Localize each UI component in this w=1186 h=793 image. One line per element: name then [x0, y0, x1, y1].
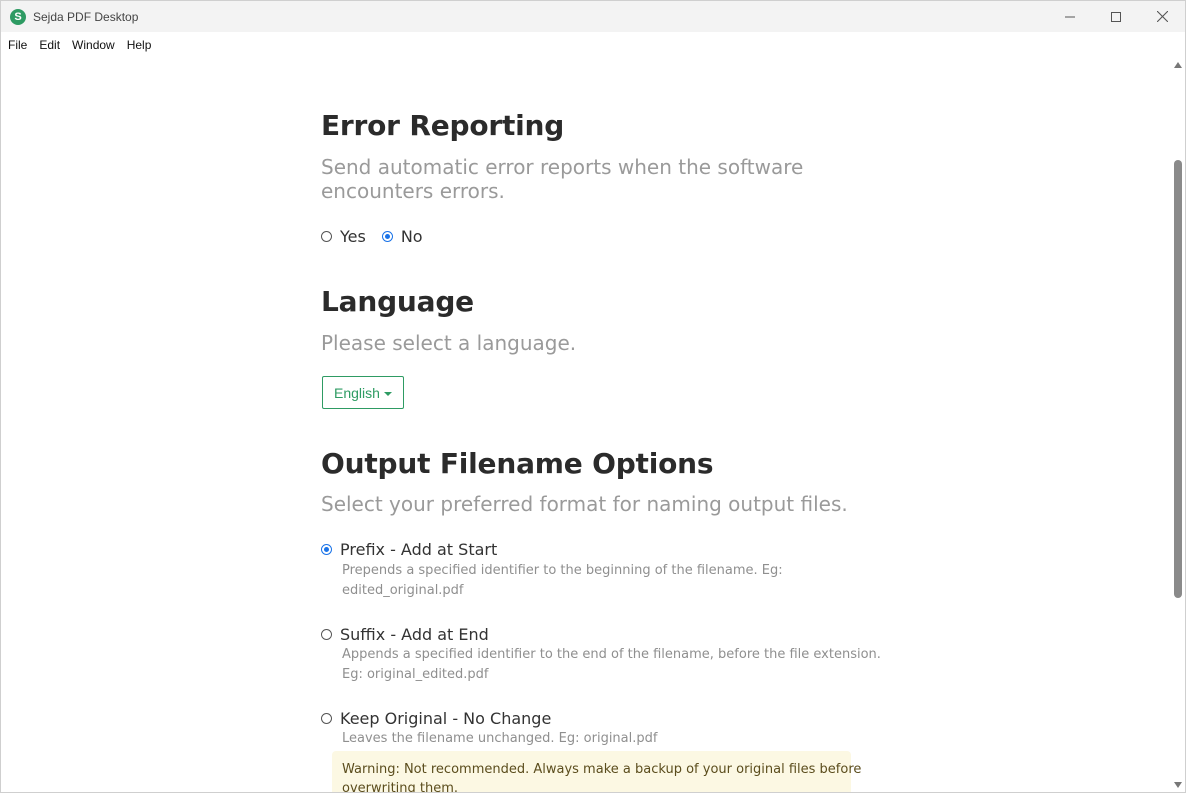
caret-down-icon [383, 391, 392, 396]
prefix-description: Prepends a specified identifier to the b… [342, 561, 862, 601]
maximize-icon [1111, 11, 1121, 22]
minimize-button[interactable] [1047, 1, 1093, 32]
close-button[interactable] [1139, 1, 1185, 32]
title-bar: S Sejda PDF Desktop [1, 1, 1185, 32]
warning-line1: Warning: Not recommended. Always make a … [342, 762, 862, 777]
error-reporting-heading: Error Reporting [321, 109, 565, 142]
app-window: S Sejda PDF Desktop File Edit Window Hel… [0, 0, 1186, 793]
language-heading: Language [321, 285, 474, 318]
error-reporting-no-label[interactable]: No [401, 227, 423, 246]
suffix-radio[interactable] [321, 629, 332, 640]
prefix-radio[interactable] [321, 544, 332, 555]
suffix-option[interactable]: Suffix - Add at End [321, 625, 489, 644]
error-reporting-description-line2: encounters errors. [321, 179, 505, 203]
error-reporting-description: Send automatic error reports when the so… [321, 155, 861, 203]
output-filename-heading: Output Filename Options [321, 447, 714, 480]
menu-window[interactable]: Window [66, 38, 121, 52]
keep-original-description: Leaves the filename unchanged. Eg: origi… [342, 729, 862, 749]
prefix-label[interactable]: Prefix - Add at Start [340, 540, 497, 559]
prefix-description-line1: Prepends a specified identifier to the b… [342, 563, 783, 578]
prefix-description-line2: edited_original.pdf [342, 583, 464, 598]
suffix-label[interactable]: Suffix - Add at End [340, 625, 489, 644]
close-icon [1156, 11, 1168, 22]
menu-bar: File Edit Window Help [1, 32, 1185, 57]
error-reporting-yes-label[interactable]: Yes [340, 227, 366, 246]
scroll-up-arrow-icon[interactable] [1174, 62, 1182, 68]
scroll-thumb[interactable] [1174, 160, 1182, 598]
sejda-logo-icon: S [10, 8, 26, 25]
scroll-down-arrow-icon[interactable] [1174, 782, 1182, 788]
error-reporting-yes-radio[interactable] [321, 231, 332, 242]
prefix-option[interactable]: Prefix - Add at Start [321, 540, 497, 559]
suffix-description-line2: Eg: original_edited.pdf [342, 667, 489, 682]
vertical-scrollbar[interactable] [1171, 57, 1185, 792]
menu-edit[interactable]: Edit [33, 38, 66, 52]
suffix-description: Appends a specified identifier to the en… [342, 645, 881, 685]
language-description: Please select a language. [321, 331, 577, 355]
window-title: Sejda PDF Desktop [33, 9, 139, 24]
output-filename-description: Select your preferred format for naming … [321, 492, 848, 516]
error-reporting-no-radio[interactable] [381, 231, 393, 242]
error-reporting-options: Yes No [321, 227, 423, 246]
overwrite-warning: Warning: Not recommended. Always make a … [332, 751, 861, 793]
window-controls [1047, 1, 1185, 32]
suffix-description-line1: Appends a specified identifier to the en… [342, 647, 881, 662]
maximize-button[interactable] [1093, 1, 1139, 32]
error-reporting-description-line1: Send automatic error reports when the so… [321, 155, 804, 179]
language-dropdown[interactable]: English [322, 376, 404, 409]
menu-file[interactable]: File [1, 38, 33, 52]
keep-original-option[interactable]: Keep Original - No Change [321, 709, 551, 728]
keep-original-label[interactable]: Keep Original - No Change [340, 709, 551, 728]
keep-original-description-line1: Leaves the filename unchanged. Eg: origi… [342, 731, 658, 746]
minimize-icon [1065, 16, 1075, 17]
language-selected-value: English [334, 384, 380, 401]
menu-help[interactable]: Help [121, 38, 158, 52]
warning-line2: overwriting them. [342, 781, 459, 793]
keep-original-radio[interactable] [321, 713, 332, 724]
